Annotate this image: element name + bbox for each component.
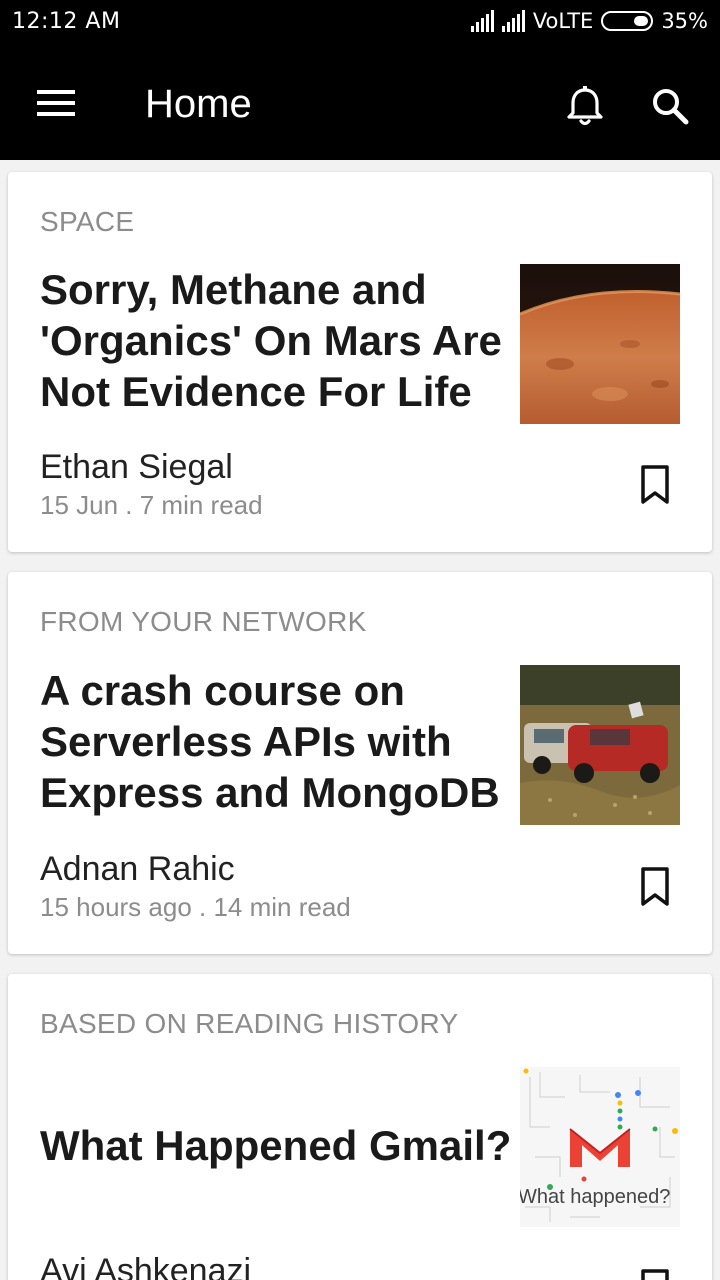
article-thumbnail[interactable] <box>520 665 680 825</box>
bell-icon[interactable] <box>562 84 608 128</box>
status-time: 12:12 AM <box>12 9 121 34</box>
page-title: Home <box>145 82 252 126</box>
article-title[interactable]: A crash course on Serverless APIs with E… <box>40 665 510 818</box>
search-icon[interactable] <box>648 84 694 128</box>
status-bar: 12:12 AM VoLTE 35% <box>0 0 720 48</box>
bookmark-icon[interactable] <box>632 1266 678 1280</box>
status-icons: VoLTE 35% <box>470 9 708 33</box>
article-thumbnail[interactable]: What happened? <box>520 1067 680 1227</box>
battery-icon <box>601 11 654 31</box>
article-category: BASED ON READING HISTORY <box>40 1008 459 1039</box>
article-card[interactable]: SPACE Sorry, Methane and 'Organics' On M… <box>8 172 712 552</box>
battery-level: 35% <box>661 9 708 33</box>
article-thumbnail[interactable] <box>520 264 680 424</box>
article-meta: 15 hours ago . 14 min read <box>40 892 351 922</box>
network-label: VoLTE <box>532 9 594 33</box>
article-author[interactable]: Avi Ashkenazi <box>40 1252 251 1280</box>
menu-icon[interactable] <box>30 84 82 124</box>
article-card[interactable]: FROM YOUR NETWORK A crash course on Serv… <box>8 572 712 954</box>
article-author[interactable]: Ethan Siegal <box>40 448 233 487</box>
bookmark-icon[interactable] <box>632 864 678 910</box>
bookmark-icon[interactable] <box>632 462 678 508</box>
article-title[interactable]: Sorry, Methane and 'Organics' On Mars Ar… <box>40 264 510 417</box>
article-title[interactable]: What Happened Gmail? <box>40 1120 520 1171</box>
article-meta: 15 Jun . 7 min read <box>40 490 263 520</box>
thumbnail-caption: What happened? <box>520 1186 670 1208</box>
article-author[interactable]: Adnan Rahic <box>40 850 235 889</box>
signal-icon <box>470 10 494 32</box>
app-bar: Home <box>0 48 720 160</box>
signal-icon-2 <box>501 10 525 32</box>
article-category: FROM YOUR NETWORK <box>40 606 367 637</box>
article-card[interactable]: BASED ON READING HISTORY What Happened G… <box>8 974 712 1280</box>
article-category: SPACE <box>40 206 135 237</box>
